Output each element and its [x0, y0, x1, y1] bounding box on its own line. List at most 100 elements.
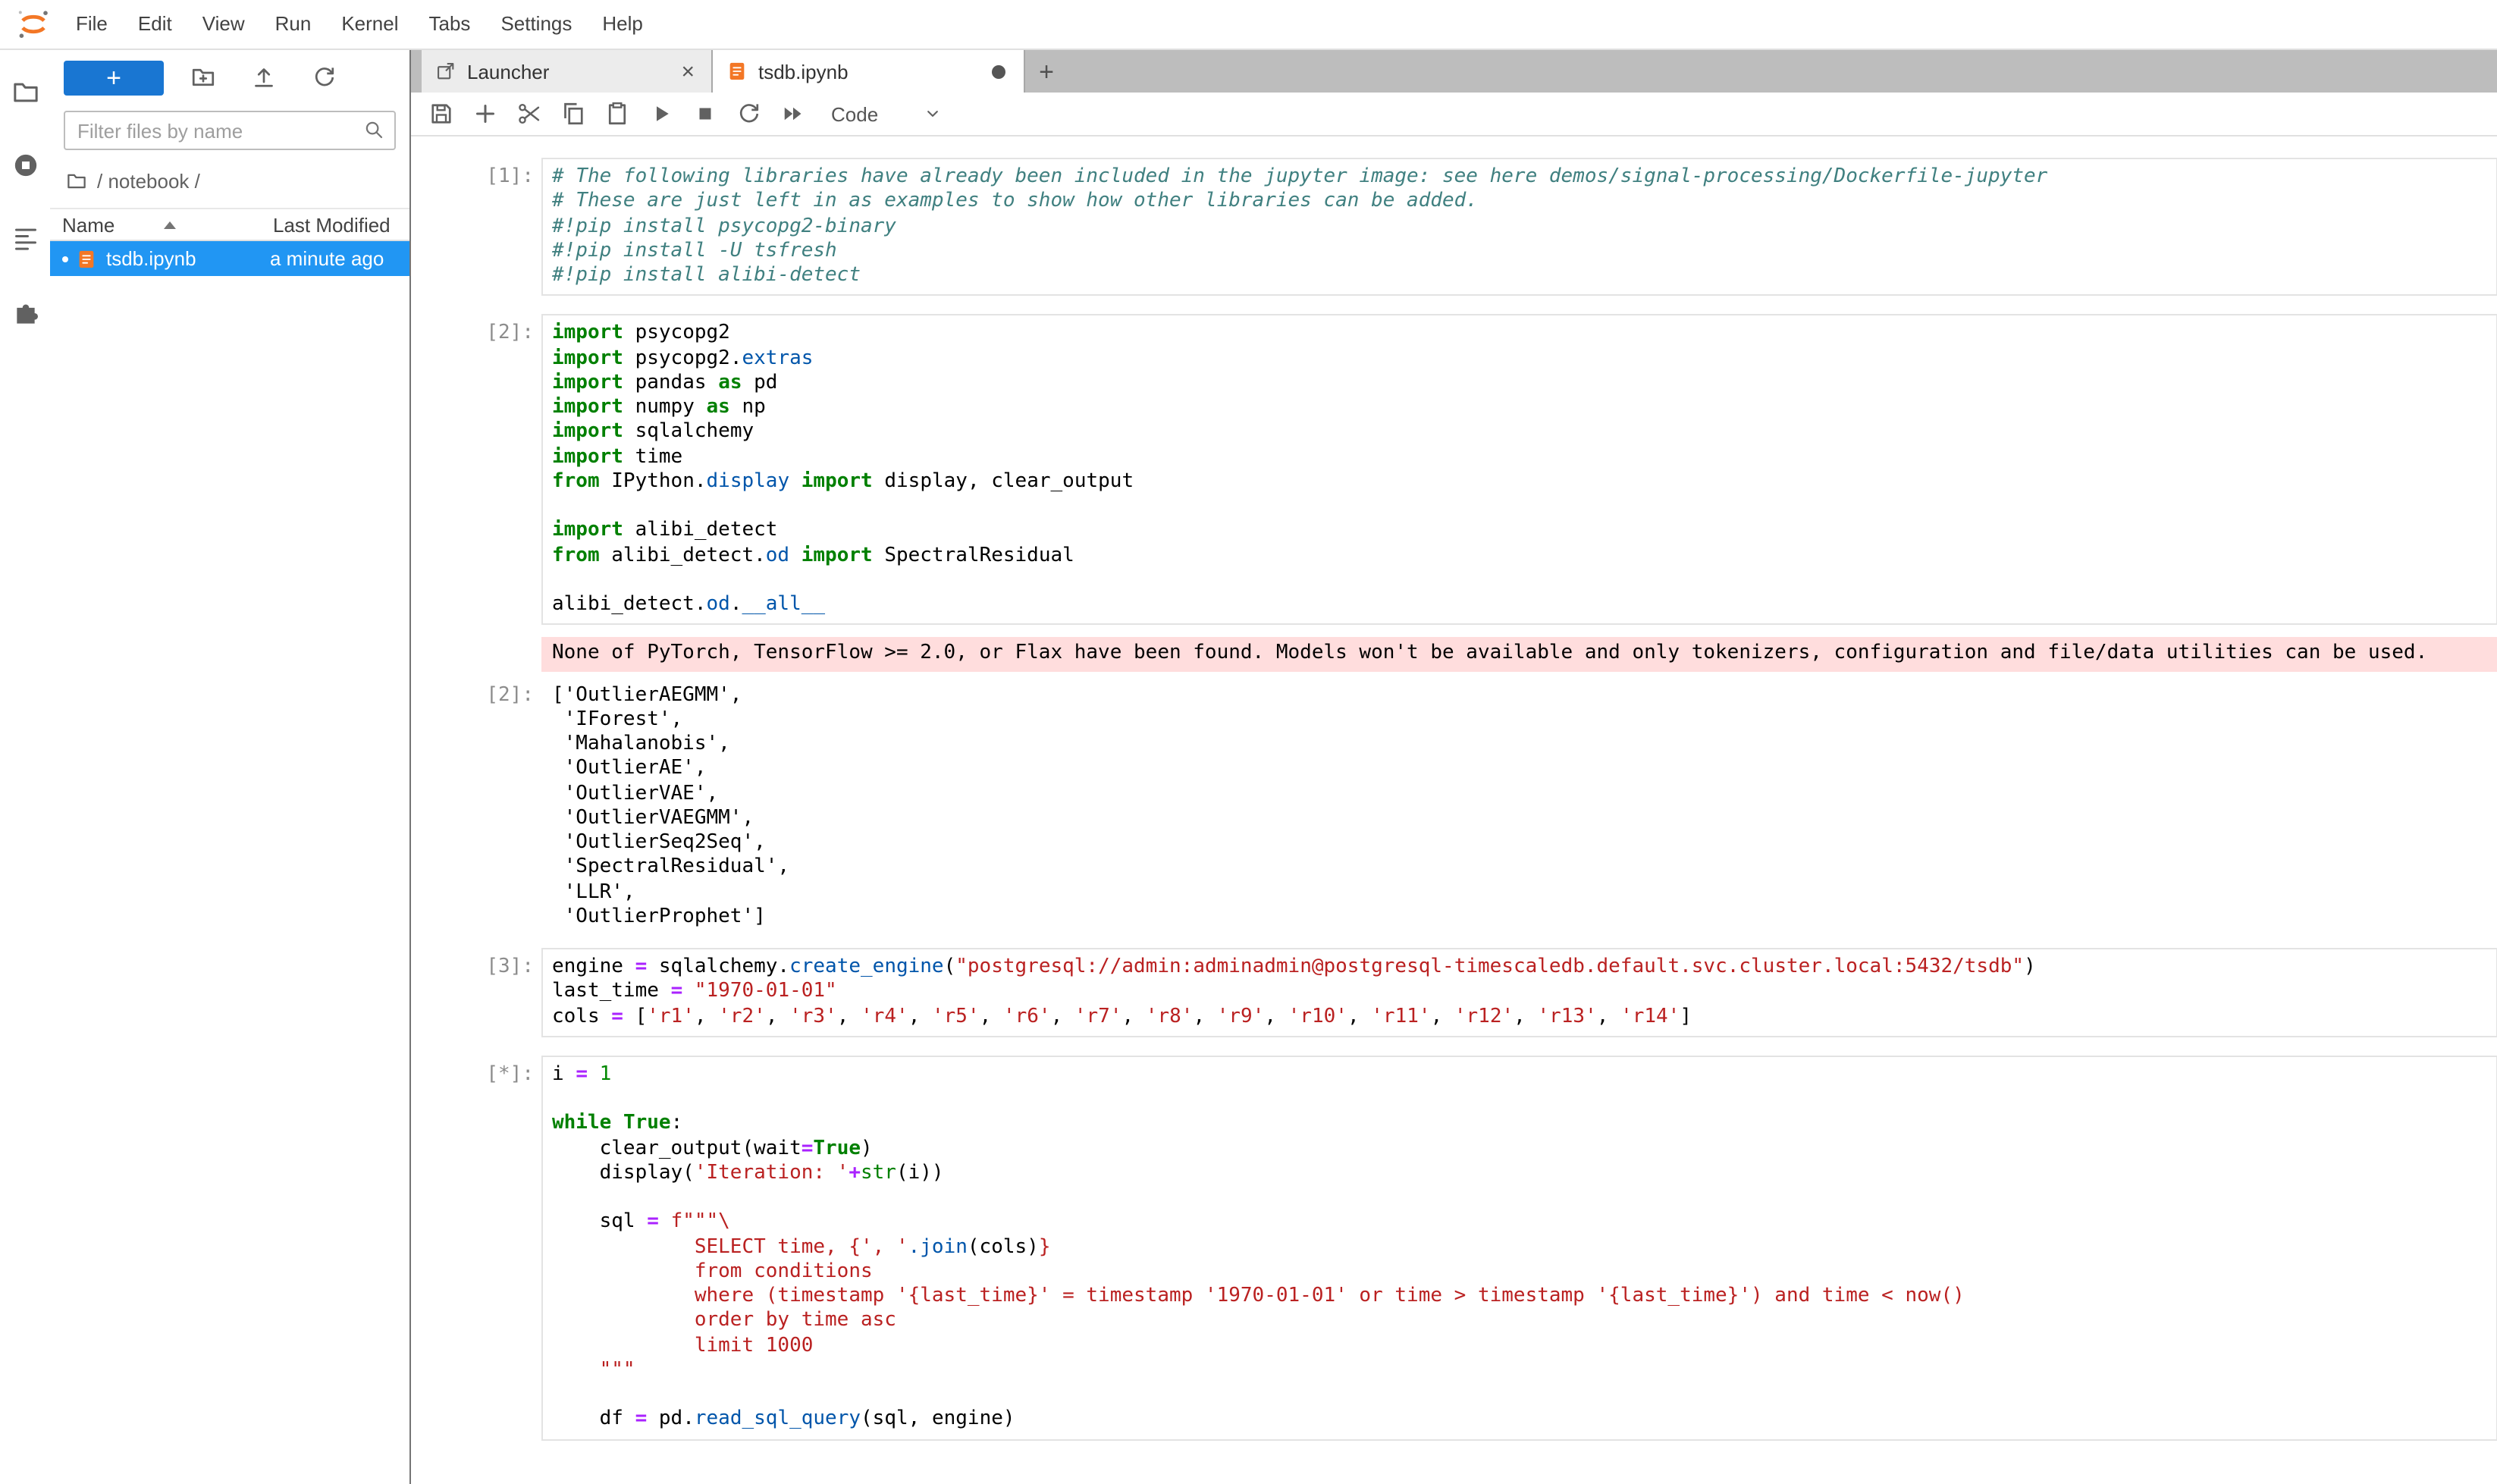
sort-ascending-icon — [163, 221, 175, 228]
notebook-cell-2[interactable]: [2]:import psycopg2import psycopg2.extra… — [423, 315, 2497, 930]
menu-run[interactable]: Run — [260, 0, 327, 49]
notebook-toolbar: Code — [411, 93, 2497, 136]
activity-bar — [0, 50, 50, 1484]
main-dock-area: Launcher × tsdb.ipynb + Code [1]:# The fol… — [409, 50, 2497, 1484]
jupyterlab-window: FileEditViewRunKernelTabsSettingsHelp + … — [0, 0, 2497, 1484]
stderr-output: None of PyTorch, TensorFlow >= 2.0, or F… — [541, 638, 2497, 672]
new-launcher-button[interactable]: + — [64, 60, 164, 95]
insert-icon — [472, 100, 499, 127]
activity-running-sessions[interactable] — [0, 135, 50, 196]
column-header-last-modified[interactable]: Last Modified — [273, 213, 391, 236]
input-prompt: [1]: — [423, 158, 541, 296]
cell-type-value: Code — [831, 102, 878, 125]
breadcrumb-folder-slot — [65, 170, 88, 193]
cell-type-dropdown[interactable]: Code — [827, 102, 948, 125]
code-editor[interactable]: import psycopg2import psycopg2.extrasimp… — [541, 315, 2497, 626]
column-name-label: Name — [62, 213, 114, 236]
running-icon — [10, 150, 40, 180]
app-body: + / notebook / Name Last Modified tsdb.i… — [0, 50, 2497, 1484]
notebook-cell-4[interactable]: [*]:i = 1 while True: clear_output(wait=… — [423, 1056, 2497, 1441]
notebook-cell-1[interactable]: [1]:# The following libraries have alrea… — [423, 158, 2497, 296]
run-icon — [648, 100, 675, 127]
caret-down-icon — [922, 103, 943, 124]
menu-bar: FileEditViewRunKernelTabsSettingsHelp — [0, 0, 2497, 50]
jupyter-icon — [15, 6, 52, 42]
restart-button[interactable] — [736, 100, 763, 127]
file-row[interactable]: tsdb.ipynba minute ago — [50, 241, 409, 276]
refresh-icon — [311, 64, 338, 91]
stop-button[interactable] — [692, 100, 719, 127]
menu-file[interactable]: File — [61, 0, 123, 49]
copy-icon — [560, 100, 587, 127]
activity-file-browser[interactable] — [0, 62, 50, 123]
input-prompt: [2]: — [423, 315, 541, 626]
save-icon — [428, 100, 455, 127]
tab-tsdb-ipynb[interactable]: tsdb.ipynb — [713, 50, 1025, 93]
input-prompt: [*]: — [423, 1056, 541, 1441]
folder-icon — [65, 170, 88, 193]
code-editor[interactable]: i = 1 while True: clear_output(wait=True… — [541, 1056, 2497, 1441]
output-prompt: [2]: — [423, 680, 541, 930]
folder-icon — [10, 77, 40, 108]
file-browser-panel: + / notebook / Name Last Modified tsdb.i… — [50, 50, 409, 1484]
activity-table-of-contents[interactable] — [0, 208, 50, 268]
file-last-modified: a minute ago — [270, 247, 400, 270]
breadcrumb-path: / notebook / — [97, 170, 200, 193]
toc-icon — [10, 223, 40, 253]
notebook-cell-3[interactable]: [3]:engine = sqlalchemy.create_engine("p… — [423, 948, 2497, 1037]
notebook-toolbar-icons — [428, 100, 807, 127]
menu-view[interactable]: View — [187, 0, 260, 49]
code-editor[interactable]: # The following libraries have already b… — [541, 158, 2497, 296]
search-input[interactable] — [64, 111, 396, 150]
menu-bar-items: FileEditViewRunKernelTabsSettingsHelp — [61, 0, 658, 49]
run-button[interactable] — [648, 100, 675, 127]
search-icon-slot — [362, 118, 385, 146]
notebook-icon — [76, 248, 97, 269]
extensions-icon — [10, 296, 40, 326]
activity-extension-manager[interactable] — [0, 281, 50, 341]
paste-button[interactable] — [604, 100, 631, 127]
menu-help[interactable]: Help — [587, 0, 658, 49]
unsaved-changes-dot — [992, 64, 1005, 78]
upload-icon — [250, 64, 278, 91]
cut-icon — [516, 100, 543, 127]
column-header-name[interactable]: Name — [62, 213, 273, 236]
tab-label: tsdb.ipynb — [758, 60, 849, 83]
upload-button[interactable] — [246, 59, 282, 96]
file-browser-actions — [185, 59, 343, 96]
menu-edit[interactable]: Edit — [123, 0, 187, 49]
file-list-header: Name Last Modified — [50, 208, 409, 241]
tab-launcher[interactable]: Launcher × — [422, 50, 713, 93]
save-button[interactable] — [428, 100, 455, 127]
insert-button[interactable] — [472, 100, 499, 127]
launcher-icon — [435, 61, 456, 82]
add-tab-button[interactable]: + — [1025, 52, 1068, 93]
fast-forward-button[interactable] — [780, 100, 807, 127]
fast-forward-icon — [780, 100, 807, 127]
notebook-icon — [726, 61, 748, 82]
cell-type-caret-slot — [922, 103, 943, 124]
new-folder-button[interactable] — [185, 59, 221, 96]
input-prompt: [3]: — [423, 948, 541, 1037]
file-browser-toolbar: + — [50, 50, 409, 100]
cut-button[interactable] — [516, 100, 543, 127]
file-filter — [64, 111, 396, 150]
copy-button[interactable] — [560, 100, 587, 127]
search-icon — [362, 118, 385, 141]
refresh-button[interactable] — [306, 59, 343, 96]
new-folder-icon — [190, 64, 217, 91]
menu-tabs[interactable]: Tabs — [414, 0, 486, 49]
breadcrumb[interactable]: / notebook / — [50, 161, 409, 202]
menu-kernel[interactable]: Kernel — [326, 0, 413, 49]
open-file-marker — [62, 256, 68, 262]
stop-icon — [692, 100, 719, 127]
jupyter-logo — [15, 6, 52, 42]
file-name: tsdb.ipynb — [106, 247, 270, 270]
close-tab-icon[interactable]: × — [678, 60, 698, 83]
file-list: tsdb.ipynba minute ago — [50, 241, 409, 276]
code-editor[interactable]: engine = sqlalchemy.create_engine("postg… — [541, 948, 2497, 1037]
menu-settings[interactable]: Settings — [485, 0, 587, 49]
paste-icon — [604, 100, 631, 127]
notebook-content[interactable]: [1]:# The following libraries have alrea… — [411, 136, 2497, 1484]
tab-label: Launcher — [467, 60, 549, 83]
